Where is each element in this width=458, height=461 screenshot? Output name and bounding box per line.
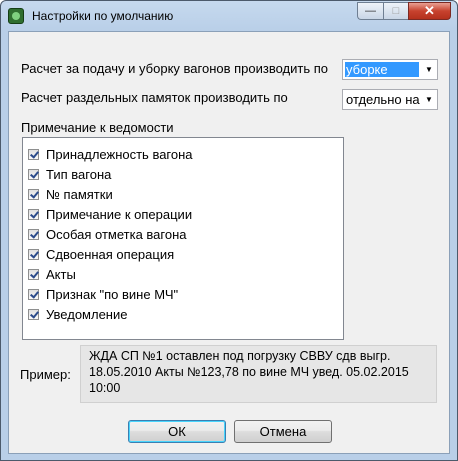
list-item-label: Принадлежность вагона	[46, 146, 193, 162]
minimize-button[interactable]: —	[357, 2, 383, 20]
list-item[interactable]: Тип вагона	[28, 165, 111, 183]
list-item[interactable]: Принадлежность вагона	[28, 145, 193, 163]
list-item[interactable]: Акты	[28, 265, 76, 283]
checkbox[interactable]	[28, 168, 39, 180]
caption-buttons: — □ ✕	[357, 2, 451, 20]
memo-select[interactable]: отдельно на ▼	[342, 89, 438, 110]
maximize-icon: □	[392, 5, 400, 17]
title-bar[interactable]: Настройки по умолчанию — □ ✕	[1, 1, 457, 31]
cancel-button[interactable]: Отмена	[234, 420, 332, 443]
list-item[interactable]: Уведомление	[28, 305, 127, 323]
chevron-down-icon: ▼	[425, 65, 433, 74]
list-item-label: Сдвоенная операция	[46, 246, 175, 262]
window-title: Настройки по умолчанию	[32, 9, 174, 23]
list-item-label: Примечание к операции	[46, 206, 193, 222]
notes-heading: Примечание к ведомости	[21, 120, 174, 135]
settings-dialog: Настройки по умолчанию — □ ✕ Расчет за п…	[0, 0, 458, 461]
checkbox[interactable]	[28, 308, 39, 320]
list-item-label: Особая отметка вагона	[46, 226, 187, 242]
checkbox[interactable]	[28, 188, 39, 200]
notes-checklist[interactable]: Принадлежность вагона Тип вагона № памят…	[22, 137, 344, 340]
close-icon: ✕	[424, 3, 435, 18]
close-button[interactable]: ✕	[408, 2, 451, 20]
list-item-label: Признак "по вине МЧ"	[46, 286, 179, 302]
supply-select[interactable]: уборке ▼	[342, 59, 438, 80]
list-item[interactable]: Примечание к операции	[28, 205, 192, 223]
chevron-down-icon: ▼	[425, 95, 433, 104]
ok-button[interactable]: ОК	[128, 420, 226, 443]
checkbox[interactable]	[28, 148, 39, 160]
list-item[interactable]: Признак "по вине МЧ"	[28, 285, 178, 303]
list-item[interactable]: № памятки	[28, 185, 113, 203]
memo-label: Расчет раздельных памяток производить по	[21, 90, 288, 105]
supply-label: Расчет за подачу и уборку вагонов произв…	[21, 61, 329, 76]
checkbox[interactable]	[28, 248, 39, 260]
list-item-label: Тип вагона	[46, 166, 112, 182]
checkbox[interactable]	[28, 208, 39, 220]
memo-select-value: отдельно на	[346, 92, 420, 107]
example-label: Пример:	[20, 367, 71, 382]
minimize-icon: —	[365, 5, 376, 17]
checkbox[interactable]	[28, 288, 39, 300]
checkbox[interactable]	[28, 268, 39, 280]
example-preview: ЖДА СП №1 оставлен под погрузку СВВУ сдв…	[80, 345, 437, 403]
maximize-button[interactable]: □	[383, 2, 408, 20]
checkbox[interactable]	[28, 228, 39, 240]
list-item-label: Уведомление	[46, 306, 128, 322]
list-item[interactable]: Сдвоенная операция	[28, 245, 174, 263]
list-item[interactable]: Особая отметка вагона	[28, 225, 187, 243]
list-item-label: Акты	[46, 266, 76, 282]
list-item-label: № памятки	[46, 186, 113, 202]
supply-select-value: уборке	[345, 62, 419, 77]
app-icon	[8, 8, 24, 24]
dialog-body: Расчет за подачу и уборку вагонов произв…	[8, 31, 450, 454]
